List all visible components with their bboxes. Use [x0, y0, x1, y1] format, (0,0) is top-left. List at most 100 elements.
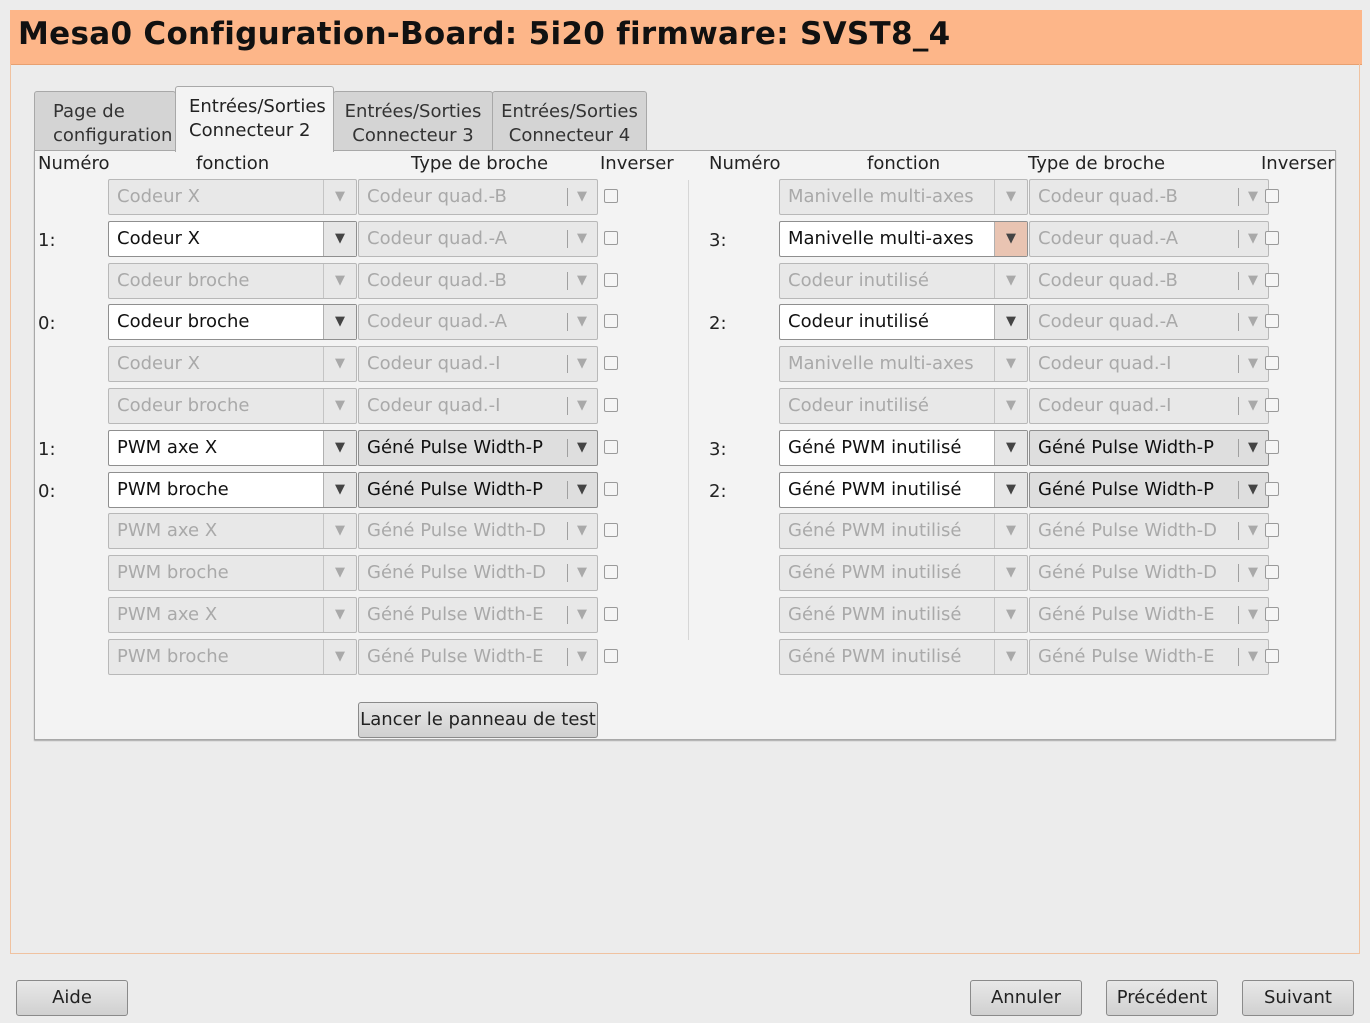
- invert-checkbox[interactable]: [604, 314, 618, 329]
- chevron-down-icon[interactable]: ▼: [1238, 514, 1268, 548]
- chevron-down-icon[interactable]: ▼: [323, 514, 356, 549]
- pin-type-select[interactable]: Géné Pulse Width-D ▼: [358, 513, 598, 550]
- function-select[interactable]: Codeur X ▼: [108, 179, 357, 215]
- function-select[interactable]: Géné PWM inutilisé ▼: [779, 597, 1028, 633]
- function-select[interactable]: Codeur broche ▼: [108, 262, 357, 299]
- invert-checkbox[interactable]: [604, 439, 618, 454]
- pin-type-select[interactable]: Codeur quad.-B ▼: [358, 179, 598, 215]
- pin-type-select[interactable]: Codeur quad.-I ▼: [1029, 346, 1269, 383]
- function-select[interactable]: Manivelle multi-axes ▼: [779, 179, 1028, 215]
- tab-page-configuration[interactable]: Page de configuration: [34, 91, 176, 151]
- pin-type-select[interactable]: Géné Pulse Width-P ▼: [1029, 471, 1269, 508]
- function-select[interactable]: Géné PWM inutilisé ▼: [779, 555, 1028, 592]
- invert-checkbox[interactable]: [604, 648, 618, 663]
- pin-type-select[interactable]: Géné Pulse Width-E ▼: [1029, 597, 1269, 633]
- tab-connecteur-4[interactable]: Entrées/Sorties Connecteur 4: [492, 91, 647, 151]
- chevron-down-icon[interactable]: ▼: [994, 430, 1027, 465]
- chevron-down-icon[interactable]: ▼: [1238, 431, 1268, 465]
- pin-type-select[interactable]: Géné Pulse Width-P ▼: [358, 471, 598, 508]
- chevron-down-icon[interactable]: ▼: [323, 598, 356, 632]
- invert-checkbox[interactable]: [1265, 189, 1279, 203]
- invert-checkbox[interactable]: [604, 398, 618, 412]
- invert-checkbox[interactable]: [604, 356, 618, 371]
- invert-checkbox[interactable]: [604, 230, 618, 245]
- chevron-down-icon[interactable]: ▼: [323, 430, 356, 465]
- invert-checkbox[interactable]: [1265, 356, 1279, 371]
- chevron-down-icon[interactable]: ▼: [994, 639, 1027, 674]
- chevron-down-icon[interactable]: ▼: [994, 472, 1027, 507]
- chevron-down-icon[interactable]: ▼: [994, 305, 1027, 340]
- function-select[interactable]: Codeur X ▼: [108, 346, 357, 383]
- pin-type-select[interactable]: Codeur quad.-I ▼: [358, 388, 598, 424]
- pin-type-select[interactable]: Géné Pulse Width-D ▼: [1029, 513, 1269, 550]
- chevron-down-icon[interactable]: ▼: [567, 347, 597, 381]
- function-select[interactable]: PWM broche ▼: [108, 638, 357, 675]
- function-select[interactable]: Géné PWM inutilisé ▼: [779, 429, 1028, 466]
- function-select[interactable]: Codeur inutilisé ▼: [779, 388, 1028, 424]
- invert-checkbox[interactable]: [604, 607, 618, 621]
- chevron-down-icon[interactable]: ▼: [1238, 222, 1268, 256]
- pin-type-select[interactable]: Géné Pulse Width-D ▼: [358, 555, 598, 592]
- chevron-down-icon[interactable]: ▼: [1238, 389, 1268, 423]
- pin-type-select[interactable]: Codeur quad.-B ▼: [1029, 179, 1269, 215]
- chevron-down-icon[interactable]: ▼: [323, 472, 356, 507]
- chevron-down-icon[interactable]: ▼: [994, 514, 1027, 549]
- chevron-down-icon[interactable]: ▼: [323, 263, 356, 298]
- chevron-down-icon[interactable]: ▼: [567, 640, 597, 674]
- chevron-down-icon[interactable]: ▼: [323, 556, 356, 591]
- chevron-down-icon[interactable]: ▼: [1238, 640, 1268, 674]
- previous-button[interactable]: Précédent: [1106, 980, 1218, 1016]
- chevron-down-icon[interactable]: ▼: [994, 556, 1027, 591]
- chevron-down-icon[interactable]: ▼: [1238, 347, 1268, 381]
- function-select[interactable]: Manivelle multi-axes ▼: [779, 346, 1028, 383]
- chevron-down-icon[interactable]: ▼: [323, 389, 356, 423]
- pin-type-select[interactable]: Codeur quad.-B ▼: [358, 262, 598, 299]
- function-select[interactable]: Géné PWM inutilisé ▼: [779, 638, 1028, 675]
- help-button[interactable]: Aide: [16, 980, 128, 1016]
- chevron-down-icon[interactable]: ▼: [567, 222, 597, 256]
- chevron-down-icon[interactable]: ▼: [567, 264, 597, 298]
- invert-checkbox[interactable]: [604, 272, 618, 287]
- chevron-down-icon[interactable]: ▼: [1238, 598, 1268, 632]
- function-select[interactable]: PWM broche ▼: [108, 555, 357, 592]
- invert-checkbox[interactable]: [604, 481, 618, 496]
- invert-checkbox[interactable]: [1265, 648, 1279, 663]
- function-select[interactable]: PWM broche ▼: [108, 471, 357, 508]
- chevron-down-icon[interactable]: ▼: [567, 473, 597, 507]
- function-select[interactable]: Codeur broche ▼: [108, 304, 357, 341]
- pin-type-select[interactable]: Codeur quad.-A ▼: [1029, 304, 1269, 341]
- chevron-down-icon[interactable]: ▼: [567, 598, 597, 632]
- function-select[interactable]: Géné PWM inutilisé ▼: [779, 471, 1028, 508]
- chevron-down-icon[interactable]: ▼: [323, 347, 356, 382]
- invert-checkbox[interactable]: [604, 565, 618, 580]
- invert-checkbox[interactable]: [1265, 481, 1279, 496]
- tab-connecteur-3[interactable]: Entrées/Sorties Connecteur 3: [333, 91, 493, 151]
- invert-checkbox[interactable]: [1265, 398, 1279, 412]
- invert-checkbox[interactable]: [1265, 272, 1279, 287]
- chevron-down-icon[interactable]: ▼: [1238, 180, 1268, 214]
- invert-checkbox[interactable]: [604, 523, 618, 538]
- pin-type-select[interactable]: Géné Pulse Width-E ▼: [1029, 638, 1269, 675]
- chevron-down-icon[interactable]: ▼: [567, 514, 597, 548]
- chevron-down-icon[interactable]: ▼: [567, 431, 597, 465]
- pin-type-select[interactable]: Codeur quad.-A ▼: [1029, 220, 1269, 257]
- pin-type-select[interactable]: Géné Pulse Width-E ▼: [358, 597, 598, 633]
- chevron-down-icon[interactable]: ▼: [994, 389, 1027, 423]
- next-button[interactable]: Suivant: [1242, 980, 1354, 1016]
- test-panel-button[interactable]: Lancer le panneau de test: [358, 702, 598, 738]
- chevron-down-icon[interactable]: ▼: [323, 221, 356, 256]
- invert-checkbox[interactable]: [604, 189, 618, 203]
- invert-checkbox[interactable]: [1265, 523, 1279, 538]
- invert-checkbox[interactable]: [1265, 565, 1279, 580]
- chevron-down-icon[interactable]: ▼: [1238, 473, 1268, 507]
- chevron-down-icon[interactable]: ▼: [1238, 305, 1268, 339]
- chevron-down-icon[interactable]: ▼: [994, 263, 1027, 298]
- chevron-down-icon[interactable]: ▼: [994, 347, 1027, 382]
- function-select[interactable]: PWM axe X ▼: [108, 597, 357, 633]
- function-select[interactable]: Codeur X ▼: [108, 220, 357, 257]
- function-select[interactable]: Codeur inutilisé ▼: [779, 262, 1028, 299]
- function-select[interactable]: PWM axe X ▼: [108, 513, 357, 550]
- chevron-down-icon[interactable]: ▼: [567, 389, 597, 423]
- chevron-down-icon[interactable]: ▼: [323, 639, 356, 674]
- pin-type-select[interactable]: Géné Pulse Width-D ▼: [1029, 555, 1269, 592]
